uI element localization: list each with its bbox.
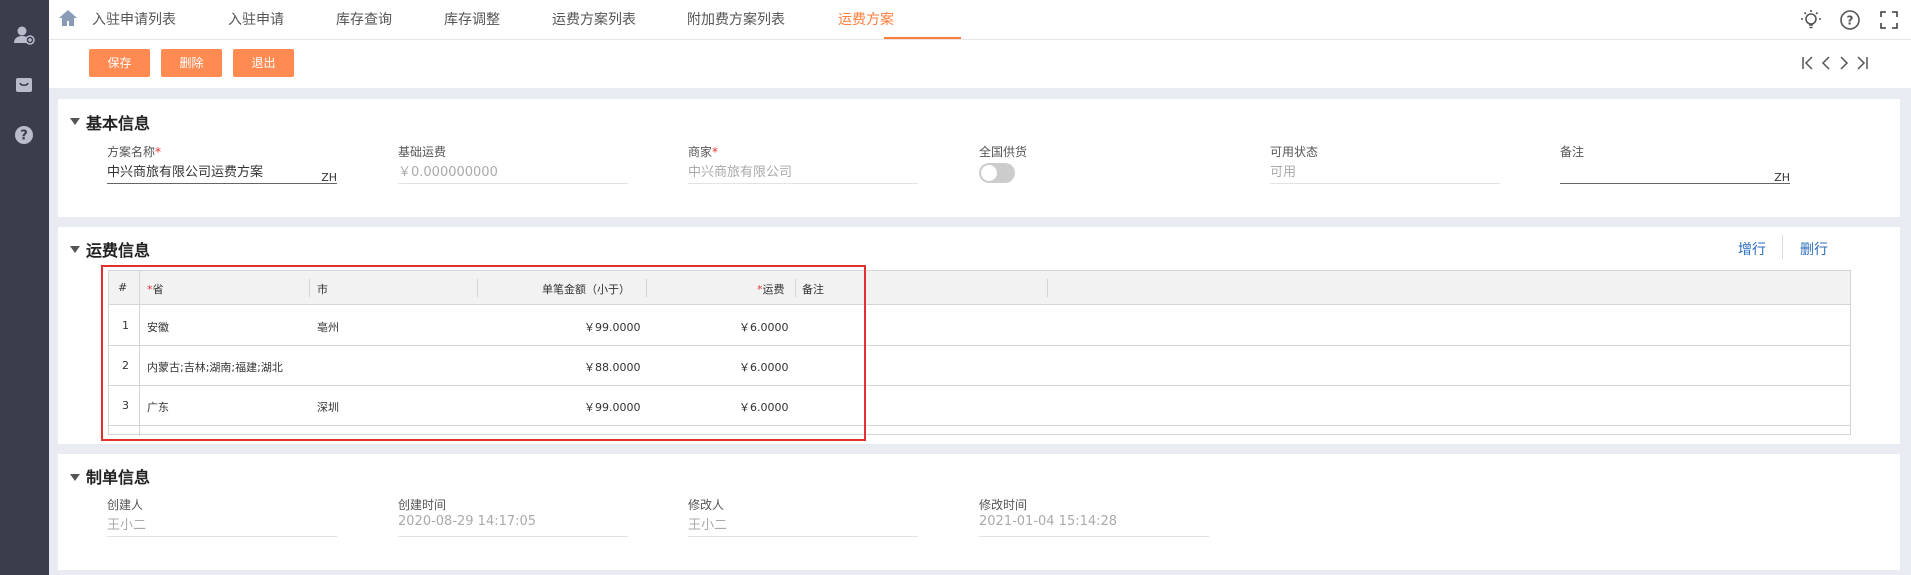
base-freight-label: 基础运费 xyxy=(398,145,447,159)
active-tab-indicator xyxy=(884,37,961,39)
nationwide-supply-field: 全国供货 xyxy=(979,143,1209,183)
remark-field[interactable]: 备注 ZH xyxy=(1560,143,1790,184)
highlight-box xyxy=(101,265,866,441)
tab-freight-plan-list[interactable]: 运费方案列表 xyxy=(552,0,636,40)
collapse-caret-icon[interactable] xyxy=(70,474,80,481)
last-page-icon[interactable] xyxy=(1854,55,1870,71)
action-toolbar: 保存 删除 退出 xyxy=(49,40,1911,88)
modified-at-label: 修改时间 xyxy=(979,498,1028,512)
merchant-label: 商家 xyxy=(688,145,713,159)
divider xyxy=(1782,235,1783,259)
created-at-value: 2020-08-29 14:17:05 xyxy=(398,514,537,529)
add-user-icon[interactable] xyxy=(12,23,36,47)
svg-text:?: ? xyxy=(20,129,28,144)
base-freight-input[interactable]: ￥0.000000000 xyxy=(398,161,498,181)
billing-info-title: 制单信息 xyxy=(86,468,151,487)
merchant-field[interactable]: 商家* 中兴商旅有限公司 xyxy=(688,143,918,184)
tab-surcharge-plan-list[interactable]: 附加费方案列表 xyxy=(687,0,785,40)
prev-page-icon[interactable] xyxy=(1818,55,1834,71)
billing-info-panel: 制单信息 创建人 王小二 创建时间 2020-08-29 14:17:05 修改… xyxy=(58,454,1900,570)
basic-info-panel: 基本信息 方案名称* 中兴商旅有限公司运费方案 ZH 基础运费 ￥0.00000… xyxy=(58,99,1900,217)
exit-button[interactable]: 退出 xyxy=(233,49,294,77)
tab-freight-plan[interactable]: 运费方案 xyxy=(838,0,894,40)
nationwide-supply-toggle[interactable] xyxy=(979,163,1015,183)
tab-bar: 入驻申请列表 入驻申请 库存查询 库存调整 运费方案列表 附加费方案列表 运费方… xyxy=(49,0,1911,40)
left-sidebar: ? xyxy=(0,0,49,575)
delete-button[interactable]: 删除 xyxy=(161,49,222,77)
question-icon[interactable]: ? xyxy=(1839,9,1861,31)
merchant-input[interactable]: 中兴商旅有限公司 xyxy=(688,161,792,181)
created-at-label: 创建时间 xyxy=(398,498,447,512)
tab-settle-apply[interactable]: 入驻申请 xyxy=(228,0,284,40)
tab-settle-apply-list[interactable]: 入驻申请列表 xyxy=(92,0,176,40)
base-freight-field[interactable]: 基础运费 ￥0.000000000 xyxy=(398,143,628,184)
plan-name-label: 方案名称 xyxy=(107,145,156,159)
nationwide-supply-label: 全国供货 xyxy=(979,145,1028,159)
creator-field[interactable]: 创建人 王小二 xyxy=(107,496,337,537)
save-button[interactable]: 保存 xyxy=(89,49,150,77)
status-field[interactable]: 可用状态 可用 xyxy=(1270,143,1500,184)
modifier-field[interactable]: 修改人 王小二 xyxy=(688,496,918,537)
status-label: 可用状态 xyxy=(1270,145,1319,159)
remark-label: 备注 xyxy=(1560,145,1585,159)
message-icon[interactable] xyxy=(12,73,36,97)
creator-value: 王小二 xyxy=(107,518,147,533)
plan-name-field[interactable]: 方案名称* 中兴商旅有限公司运费方案 ZH xyxy=(107,143,337,184)
svg-text:?: ? xyxy=(1847,14,1854,28)
modifier-label: 修改人 xyxy=(688,498,725,512)
collapse-caret-icon[interactable] xyxy=(70,246,80,253)
lightbulb-icon[interactable] xyxy=(1800,9,1822,31)
tab-stock-query[interactable]: 库存查询 xyxy=(336,0,392,40)
collapse-caret-icon[interactable] xyxy=(70,118,80,125)
tab-stock-adjust[interactable]: 库存调整 xyxy=(444,0,500,40)
home-icon[interactable] xyxy=(58,9,78,27)
status-input[interactable]: 可用 xyxy=(1270,161,1296,181)
modified-at-value: 2021-01-04 15:14:28 xyxy=(979,514,1118,529)
freight-info-title: 运费信息 xyxy=(86,241,151,260)
add-row-button[interactable]: 增行 xyxy=(1738,239,1766,259)
creator-label: 创建人 xyxy=(107,498,144,512)
first-page-icon[interactable] xyxy=(1800,55,1816,71)
modified-at-field[interactable]: 修改时间 2021-01-04 15:14:28 xyxy=(979,496,1209,537)
help-icon[interactable]: ? xyxy=(12,123,36,147)
fullscreen-icon[interactable] xyxy=(1878,9,1900,31)
delete-row-button[interactable]: 删行 xyxy=(1800,239,1828,259)
modifier-value: 王小二 xyxy=(688,518,728,533)
created-at-field[interactable]: 创建时间 2020-08-29 14:17:05 xyxy=(398,496,628,537)
basic-info-title: 基本信息 xyxy=(86,114,151,133)
plan-name-input[interactable]: 中兴商旅有限公司运费方案 xyxy=(107,161,263,181)
next-page-icon[interactable] xyxy=(1836,55,1852,71)
